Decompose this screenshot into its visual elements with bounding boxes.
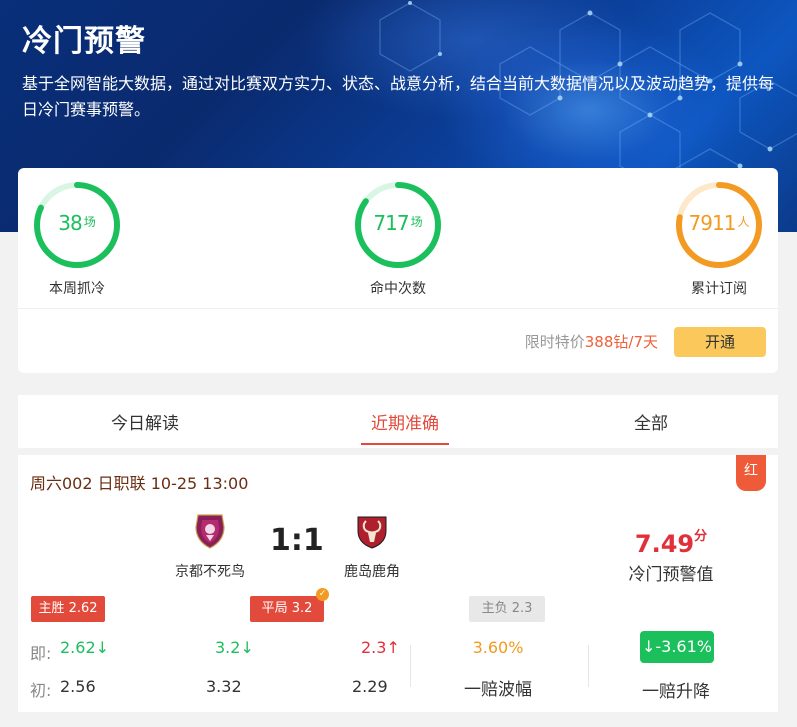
odds-wave-label: 一赔波幅 <box>464 680 532 700</box>
match-score: 1:1 <box>270 523 324 558</box>
home-team-logo <box>195 514 225 549</box>
active-tab-indicator <box>361 443 449 445</box>
pick-home-win: 主胜 2.62 <box>31 596 105 622</box>
progress-ring: 7911 人 <box>674 180 764 270</box>
tab-all[interactable]: 全部 <box>591 409 711 434</box>
warning-label: 冷门预警值 <box>628 565 714 585</box>
subscribe-button[interactable]: 开通 <box>674 327 766 357</box>
pick-away-win: 主负 2.3 <box>469 596 545 622</box>
initial-odds-draw: 3.32 <box>206 677 242 696</box>
stat-label: 命中次数 <box>370 281 426 297</box>
away-team-name: 鹿岛鹿角 <box>344 564 400 580</box>
upset-warning-score: 7.49分 冷门预警值 <box>596 525 746 585</box>
tab-recent-accuracy[interactable]: 近期准确 <box>345 409 465 434</box>
home-team-name: 京都不死鸟 <box>175 564 245 580</box>
tab-bar: 今日解读 近期准确 全部 <box>18 395 778 448</box>
pick-draw: 平局 3.2 <box>250 596 324 622</box>
divider <box>18 308 778 309</box>
odds-change-label: 一赔升降 <box>642 682 710 702</box>
initial-odds-label: 初: <box>30 681 52 700</box>
stat-subscribers: 7911 人 累计订阅 <box>659 180 779 298</box>
current-odds-away: 2.3↑ <box>361 638 400 657</box>
tab-today[interactable]: 今日解读 <box>85 409 205 434</box>
page-title: 冷门预警 <box>22 24 146 59</box>
stat-hit-count: 717 场 命中次数 <box>338 180 458 298</box>
stat-value: 38 场 <box>58 211 96 235</box>
current-odds-home: 2.62↓ <box>60 638 110 657</box>
away-team-logo <box>357 516 387 549</box>
progress-ring: 717 场 <box>353 180 443 270</box>
stat-label: 本周抓冷 <box>49 281 105 297</box>
check-badge-icon: ✓ <box>316 588 329 601</box>
promo-price: 限时特价388钻/7天 <box>524 333 658 351</box>
stat-value: 7911 人 <box>688 211 750 235</box>
home-team: 京都不死鸟 <box>160 511 260 581</box>
odds-change-badge: ↓-3.61% <box>640 631 714 663</box>
warning-value: 7.49分 <box>634 529 708 558</box>
away-team: 鹿岛鹿角 <box>322 511 422 581</box>
page-description: 基于全网智能大数据，通过对比赛双方实力、状态、战意分析，结合当前大数据情况以及波… <box>22 74 775 119</box>
initial-odds-away: 2.29 <box>352 677 388 696</box>
result-tag: 红 <box>736 455 766 491</box>
stat-weekly-upsets: 38 场 本周抓冷 <box>17 180 137 298</box>
current-odds-label: 即: <box>30 644 52 663</box>
initial-odds-home: 2.56 <box>60 677 96 696</box>
divider <box>588 645 589 687</box>
stat-value: 717 场 <box>373 211 423 235</box>
stats-card: 38 场 本周抓冷 717 场 命中次数 7911 人 累计订阅 限时特价388钻/7… <box>18 168 778 373</box>
current-odds-draw: 3.2↓ <box>215 638 254 657</box>
match-header: 周六002 日职联 10-25 13:00 <box>30 474 249 493</box>
progress-ring: 38 场 <box>32 180 122 270</box>
stat-label: 累计订阅 <box>691 281 747 297</box>
divider <box>410 645 411 687</box>
match-card[interactable]: 周六002 日职联 10-25 13:00 红 京都不死鸟 1:1 鹿岛鹿角 7… <box>18 455 778 712</box>
odds-wave-value: 3.60% <box>472 638 524 657</box>
